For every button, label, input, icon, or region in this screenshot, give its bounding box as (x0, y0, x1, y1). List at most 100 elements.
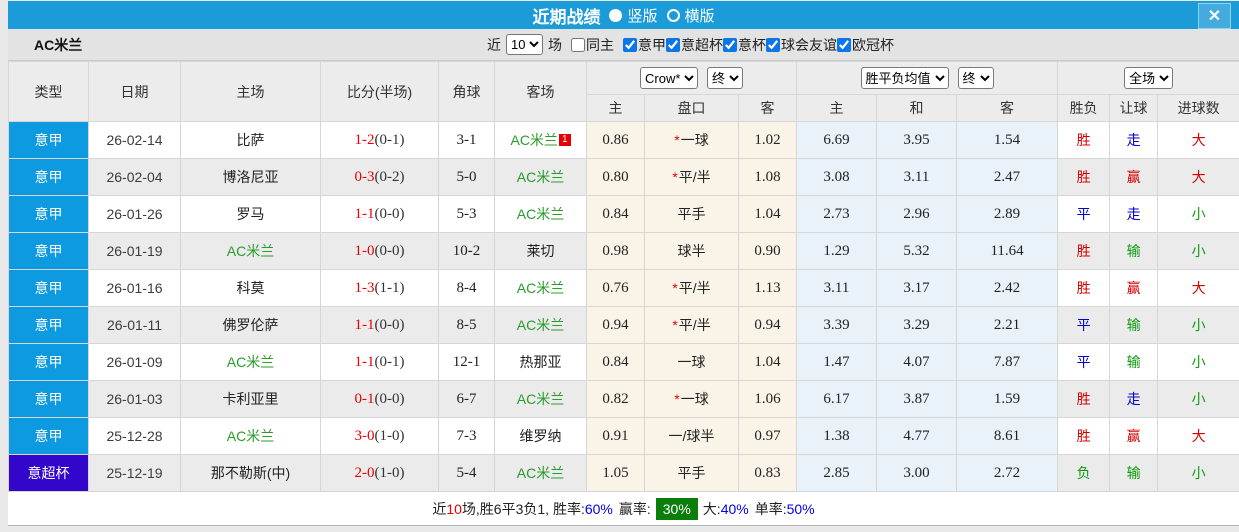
result: 负 (1057, 454, 1111, 492)
cell-text: AC米兰 (516, 206, 565, 222)
cell-text: 佛罗伦萨 (222, 317, 279, 333)
corner-score: 7-3 (438, 417, 495, 455)
avg-win: 3.39 (796, 306, 878, 344)
handicap: 平手 (644, 454, 739, 492)
league-badge: 意甲 (8, 195, 89, 233)
avg-odds-group: 胜平负均值 终 (796, 61, 1059, 95)
near-label: 近 (487, 36, 501, 53)
handicap-result: 赢 (1109, 269, 1159, 307)
avg-draw: 3.87 (876, 380, 958, 418)
home-team: 比萨 (180, 121, 321, 159)
cell-text: 科莫 (236, 280, 265, 296)
score: 1-2(0-1) (320, 121, 439, 159)
col-away: 客场 (494, 61, 587, 122)
avg-period-select[interactable]: 终 (957, 67, 994, 89)
cell-text: 1-1 (354, 353, 375, 370)
league-badge: 意甲 (8, 306, 89, 344)
avg-lose: 1.54 (956, 121, 1059, 159)
cell-text: AC米兰 (510, 132, 558, 148)
result: 平 (1057, 343, 1111, 381)
cell-text: (0-2) (374, 168, 405, 185)
scope-select[interactable]: 全场 (1124, 67, 1174, 89)
same-home-checkbox-label: 同主 (571, 35, 614, 55)
result: 平 (1057, 195, 1111, 233)
league-checkbox-1[interactable] (666, 37, 680, 52)
league-badge: 意甲 (8, 269, 89, 307)
radio-unselected-icon[interactable] (666, 8, 680, 22)
layout-radio-horizontal[interactable]: 横版 (666, 5, 715, 26)
avg-win: 1.29 (796, 232, 878, 270)
corner-score: 10-2 (438, 232, 495, 270)
corner-score: 3-1 (438, 121, 495, 159)
cell-text: 比萨 (236, 132, 265, 148)
match-count-select[interactable]: 10 (506, 34, 543, 55)
table-row: 意甲 26-01-19 AC米兰 1-0(0-0) 10-2 莱切 0.98 球半 0.90 1.… (8, 232, 1239, 270)
avg-win: 1.38 (796, 417, 878, 455)
sub-col-result: 胜负 (1057, 94, 1111, 122)
close-button[interactable]: ✕ (1198, 3, 1231, 29)
handicap-result: 输 (1109, 306, 1159, 344)
league-label-4: 欧冠杯 (852, 36, 894, 53)
cell-text: AC米兰 (516, 465, 565, 481)
away-team: 维罗纳 (494, 417, 587, 455)
handicap-result: 走 (1109, 195, 1159, 233)
layout-radio-vertical[interactable]: 竖版 (609, 5, 658, 26)
odds-home: 0.84 (586, 343, 645, 381)
cell-text: 2-0 (354, 464, 375, 481)
cell-text: 平/半 (678, 280, 711, 296)
cell-text: 一球 (677, 354, 706, 370)
odds-period-select[interactable]: 终 (707, 67, 744, 89)
filter-bar: AC米兰 近 10 场 同主 意甲 意超杯 意杯 球会友谊 欧冠杯 (8, 29, 1239, 61)
league-checkbox-0[interactable] (623, 37, 637, 52)
unit-label: 场 (548, 36, 562, 53)
odds-company-select[interactable]: Crow* (640, 67, 699, 89)
title-bar: 近期战绩 竖版 横版 ✕ (8, 1, 1239, 29)
score: 1-1(0-0) (320, 195, 439, 233)
cell-text: AC米兰 (516, 317, 565, 333)
avg-win: 6.69 (796, 121, 878, 159)
cell-text: 3-0 (354, 427, 375, 444)
goals-result: 小 (1157, 343, 1239, 381)
handicap: *一球 (644, 121, 739, 159)
corner-score: 5-4 (438, 454, 495, 492)
cell-text: (1-1) (374, 279, 405, 296)
sub-col-avg-lose: 客 (956, 94, 1059, 122)
result: 胜 (1057, 158, 1111, 196)
cell-text: 一球 (680, 391, 709, 407)
match-date: 25-12-28 (88, 417, 181, 455)
handicap: *平/半 (644, 306, 739, 344)
odds-home: 0.98 (586, 232, 645, 270)
col-type: 类型 (8, 61, 89, 122)
cell-text: * (672, 317, 678, 333)
radio-selected-icon[interactable] (609, 8, 623, 22)
league-checkbox-3[interactable] (766, 37, 780, 52)
score: 1-1(0-0) (320, 306, 439, 344)
avg-draw: 3.95 (876, 121, 958, 159)
league-label-3: 球会友谊 (781, 36, 837, 53)
footer-big-rate: 40% (720, 500, 749, 517)
result: 平 (1057, 306, 1111, 344)
avg-lose: 8.61 (956, 417, 1059, 455)
avg-lose: 11.64 (956, 232, 1059, 270)
same-home-checkbox[interactable] (571, 37, 585, 52)
footer-single-label: 单率: (754, 500, 787, 517)
score: 1-3(1-1) (320, 269, 439, 307)
recent-results-panel: 近期战绩 竖版 横版 ✕ AC米兰 近 10 场 同主 意甲 意超杯 意杯 球会友谊欧… (8, 1, 1239, 526)
avg-lose: 2.42 (956, 269, 1059, 307)
result: 胜 (1057, 121, 1111, 159)
odds-away: 0.83 (737, 454, 798, 492)
same-home-text: 同主 (586, 36, 614, 53)
league-checkbox-4[interactable] (837, 37, 851, 52)
league-checkbox-2[interactable] (723, 37, 737, 52)
sub-col-avg-win: 主 (796, 94, 878, 122)
sub-col-handicap-result: 让球 (1109, 94, 1159, 122)
odds-company-group: Crow* 终 (585, 61, 798, 95)
cell-text: 1-1 (354, 316, 375, 333)
odds-away: 1.06 (737, 380, 798, 418)
odds-home: 0.94 (586, 306, 645, 344)
handicap-result: 走 (1109, 380, 1159, 418)
sub-col-away-odds: 客 (737, 94, 798, 122)
avg-type-select[interactable]: 胜平负均值 (860, 67, 949, 89)
footer-summary: 近 10 场,胜6平3负1, 胜率: 60% 赢率: 30% 大: 40% 单率: 50% (8, 492, 1239, 526)
col-score: 比分(半场) (320, 61, 439, 122)
